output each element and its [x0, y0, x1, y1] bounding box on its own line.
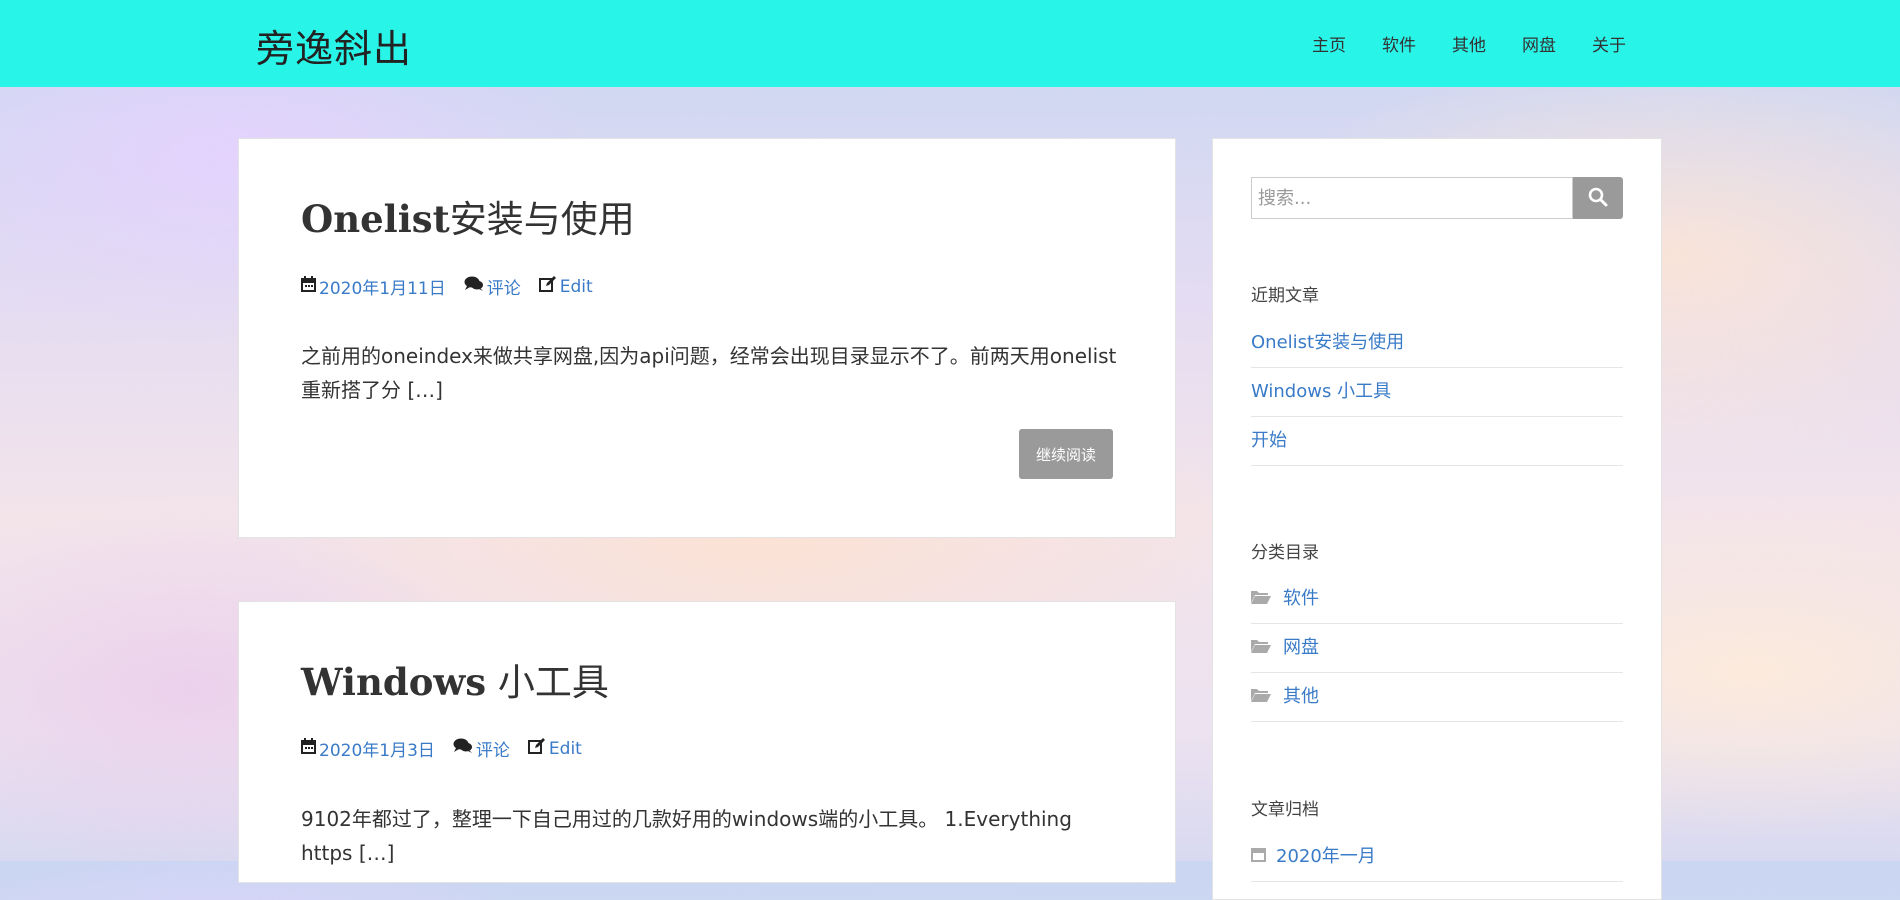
edit-icon: [538, 276, 557, 297]
calendar-icon: [1251, 833, 1266, 881]
list-item: Onelist安装与使用: [1251, 319, 1623, 368]
nav-item-other[interactable]: 其他: [1452, 31, 1486, 56]
nav-item-netdisk[interactable]: 网盘: [1522, 31, 1556, 56]
search-button[interactable]: [1573, 177, 1623, 219]
category-link-netdisk[interactable]: 网盘: [1283, 624, 1319, 672]
comments-icon: [464, 276, 484, 297]
post-card: Windows 小工具 2020年1月3日 评论 Edit 9102年都过了，整…: [238, 601, 1176, 883]
list-item: 软件: [1251, 575, 1623, 624]
nav-item-software[interactable]: 软件: [1382, 31, 1416, 56]
post-date-link[interactable]: 2020年1月11日: [319, 274, 446, 299]
search-input[interactable]: [1251, 177, 1573, 219]
list-item: 其他: [1251, 673, 1623, 722]
edit-link[interactable]: Edit: [549, 739, 582, 759]
post-excerpt: 9102年都过了，整理一下自己用过的几款好用的windows端的小工具。 1.E…: [301, 807, 1072, 865]
post-title[interactable]: Windows 小工具: [301, 652, 609, 706]
nav-item-about[interactable]: 关于: [1592, 31, 1626, 56]
nav-item-home[interactable]: 主页: [1312, 31, 1346, 56]
folder-open-icon: [1251, 575, 1271, 623]
edit-icon: [527, 738, 546, 759]
list-item: 网盘: [1251, 624, 1623, 673]
search-icon: [1588, 187, 1608, 210]
recent-post-link[interactable]: Onelist安装与使用: [1251, 319, 1404, 367]
archives-title: 文章归档: [1251, 800, 1319, 820]
archive-link[interactable]: 2020年一月: [1276, 833, 1376, 881]
sidebar: 近期文章 Onelist安装与使用 Windows 小工具 开始 分类目录 软件…: [1212, 138, 1662, 900]
post-meta: 2020年1月3日 评论 Edit: [301, 736, 582, 761]
recent-post-link[interactable]: Windows 小工具: [1251, 368, 1391, 416]
categories-title: 分类目录: [1251, 543, 1319, 563]
site-header: 旁逸斜出 主页 软件 其他 网盘 关于: [0, 0, 1900, 87]
folder-open-icon: [1251, 673, 1271, 721]
category-link-other[interactable]: 其他: [1283, 673, 1319, 721]
calendar-icon: [301, 276, 316, 297]
post-excerpt: 之前用的oneindex来做共享网盘,因为api问题，经常会出现目录显示不了。前…: [301, 344, 1117, 402]
edit-link[interactable]: Edit: [560, 277, 593, 297]
categories-list: 软件 网盘 其他: [1251, 575, 1623, 722]
comments-link[interactable]: 评论: [487, 274, 521, 299]
list-item: 2020年一月: [1251, 833, 1623, 882]
recent-posts-title: 近期文章: [1251, 286, 1319, 306]
comments-icon: [453, 738, 473, 759]
post-card: Onelist安装与使用 2020年1月11日 评论 Edit 之前用的onei…: [238, 138, 1176, 538]
post-meta: 2020年1月11日 评论 Edit: [301, 274, 593, 299]
calendar-icon: [301, 738, 316, 759]
archives-list: 2020年一月: [1251, 833, 1623, 882]
read-more-button[interactable]: 继续阅读: [1019, 429, 1113, 479]
post-title[interactable]: Onelist安装与使用: [301, 189, 635, 243]
search-form: [1251, 177, 1623, 219]
post-date-link[interactable]: 2020年1月3日: [319, 736, 435, 761]
main-nav: 主页 软件 其他 网盘 关于: [1276, 0, 1626, 87]
recent-post-link[interactable]: 开始: [1251, 417, 1287, 465]
list-item: 开始: [1251, 417, 1623, 466]
list-item: Windows 小工具: [1251, 368, 1623, 417]
site-title[interactable]: 旁逸斜出: [256, 18, 412, 73]
folder-open-icon: [1251, 624, 1271, 672]
category-link-software[interactable]: 软件: [1283, 575, 1319, 623]
comments-link[interactable]: 评论: [476, 736, 510, 761]
recent-posts-list: Onelist安装与使用 Windows 小工具 开始: [1251, 319, 1623, 466]
